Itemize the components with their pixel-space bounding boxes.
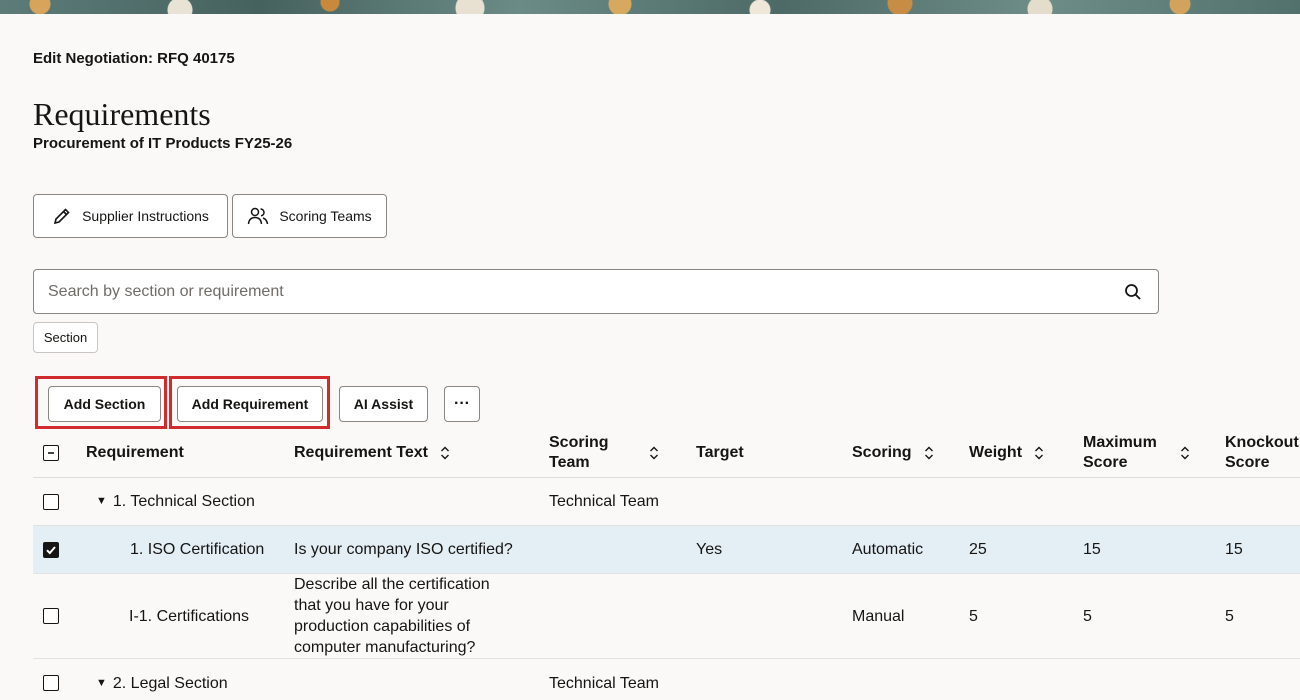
row-checkbox[interactable] [43, 493, 59, 510]
search-box [33, 269, 1159, 314]
row-checkbox[interactable] [43, 541, 59, 558]
sort-icon[interactable] [649, 446, 659, 460]
row-checkbox[interactable] [43, 675, 59, 691]
table-header: Requirement Requirement Text Scoring Tea… [33, 428, 1300, 478]
header-banner [0, 0, 1300, 14]
column-weight[interactable]: Weight [969, 428, 1044, 478]
max-score-cell: 15 [1083, 541, 1101, 558]
scoring-team-cell: Technical Team [549, 493, 659, 510]
column-maximum-score-line2: Score [1083, 454, 1128, 471]
requirement-text-line: that you have for your [294, 597, 449, 614]
search-input[interactable] [48, 270, 1108, 313]
column-scoring-team-line1: Scoring [549, 434, 609, 451]
sort-icon[interactable] [924, 446, 934, 460]
requirement-text-cell: Is your company ISO certified? [294, 541, 513, 558]
row-select-cell [43, 526, 59, 573]
ai-assist-button[interactable]: AI Assist [339, 386, 428, 422]
requirement-text-line: Describe all the certification [294, 576, 490, 593]
sort-icon[interactable] [1180, 446, 1190, 460]
column-requirement[interactable]: Requirement [86, 428, 184, 478]
page-subtitle: Procurement of IT Products FY25-26 [33, 135, 293, 152]
column-scoring-label: Scoring [852, 444, 912, 461]
column-maximum-score-line1: Maximum [1083, 434, 1157, 451]
table-row[interactable]: ▼ 1. Technical Section Technical Team [33, 478, 1300, 526]
scoring-cell: Automatic [852, 541, 924, 558]
people-icon [248, 207, 269, 225]
sort-icon[interactable] [440, 446, 450, 460]
column-scoring-team-label: Scoring Team [549, 433, 624, 473]
page-title: Requirements [33, 96, 211, 132]
column-knockout-score-line1: Knockout [1225, 434, 1299, 451]
row-select-cell [43, 574, 59, 658]
weight-cell: 25 [969, 541, 987, 558]
pencil-icon [53, 208, 70, 225]
column-knockout-score[interactable]: Knockout Score [1225, 428, 1299, 478]
scoring-teams-button[interactable]: Scoring Teams [232, 194, 387, 238]
add-section-button[interactable]: Add Section [48, 386, 161, 422]
sort-icon[interactable] [1034, 446, 1044, 460]
scoring-team-cell: Technical Team [549, 674, 659, 692]
column-knockout-score-label: Knockout Score [1225, 433, 1299, 473]
supplier-instructions-button[interactable]: Supplier Instructions [33, 194, 228, 238]
target-cell: Yes [696, 541, 723, 558]
requirement-name: 1. ISO Certification [130, 541, 265, 558]
requirement-name: 1. Technical Section [112, 493, 255, 510]
supplier-instructions-label: Supplier Instructions [82, 208, 209, 224]
requirement-name: 2. Legal Section [112, 674, 228, 692]
column-requirement-text-label: Requirement Text [294, 444, 428, 461]
requirement-text-line: production capabilities of [294, 618, 471, 635]
row-select-cell [43, 659, 59, 700]
column-target[interactable]: Target [696, 428, 744, 478]
column-knockout-score-line2: Score [1225, 454, 1270, 471]
more-actions-button[interactable]: ··· [444, 386, 480, 422]
table-row[interactable]: ▼ 2. Legal Section Technical Team [33, 659, 1300, 700]
table-row[interactable]: I-1. Certifications Describe all the cer… [33, 574, 1300, 659]
column-scoring-team[interactable]: Scoring Team [549, 428, 659, 478]
column-scoring-team-line2: Team [549, 454, 590, 471]
add-requirement-button[interactable]: Add Requirement [177, 386, 323, 422]
row-checkbox[interactable] [43, 608, 59, 624]
column-maximum-score-label: Maximum Score [1083, 433, 1168, 473]
column-requirement-text[interactable]: Requirement Text [294, 428, 450, 478]
caret-down-icon[interactable]: ▼ [96, 673, 107, 694]
search-icon[interactable] [1124, 283, 1142, 301]
requirement-cell: ▼ 2. Legal Section [96, 659, 228, 700]
scoring-cell: Manual [852, 607, 905, 625]
caret-down-icon[interactable]: ▼ [96, 491, 107, 512]
column-requirement-label: Requirement [86, 444, 184, 461]
row-select-cell [43, 478, 59, 525]
table-row[interactable]: 1. ISO Certification Is your company ISO… [33, 526, 1300, 574]
knockout-score-cell: 15 [1225, 541, 1243, 558]
knockout-score-cell: 5 [1225, 607, 1234, 625]
weight-cell: 5 [969, 607, 978, 625]
scoring-teams-label: Scoring Teams [279, 208, 372, 224]
requirement-name: I-1. Certifications [129, 607, 250, 625]
column-maximum-score[interactable]: Maximum Score [1083, 428, 1190, 478]
requirement-cell: ▼ 1. Technical Section [96, 478, 255, 525]
requirements-table: Requirement Requirement Text Scoring Tea… [33, 428, 1300, 700]
requirement-text-cell: Describe all the certification that you … [294, 574, 490, 658]
section-filter-chip[interactable]: Section [33, 322, 98, 353]
column-target-label: Target [696, 444, 744, 461]
page-context: Edit Negotiation: RFQ 40175 [33, 50, 235, 67]
column-scoring[interactable]: Scoring [852, 428, 934, 478]
requirement-text-line: computer manufacturing? [294, 639, 476, 656]
select-all-checkbox[interactable] [43, 445, 59, 461]
column-weight-label: Weight [969, 444, 1023, 461]
select-all-cell [43, 428, 59, 478]
check-icon [46, 545, 56, 554]
max-score-cell: 5 [1083, 607, 1092, 625]
